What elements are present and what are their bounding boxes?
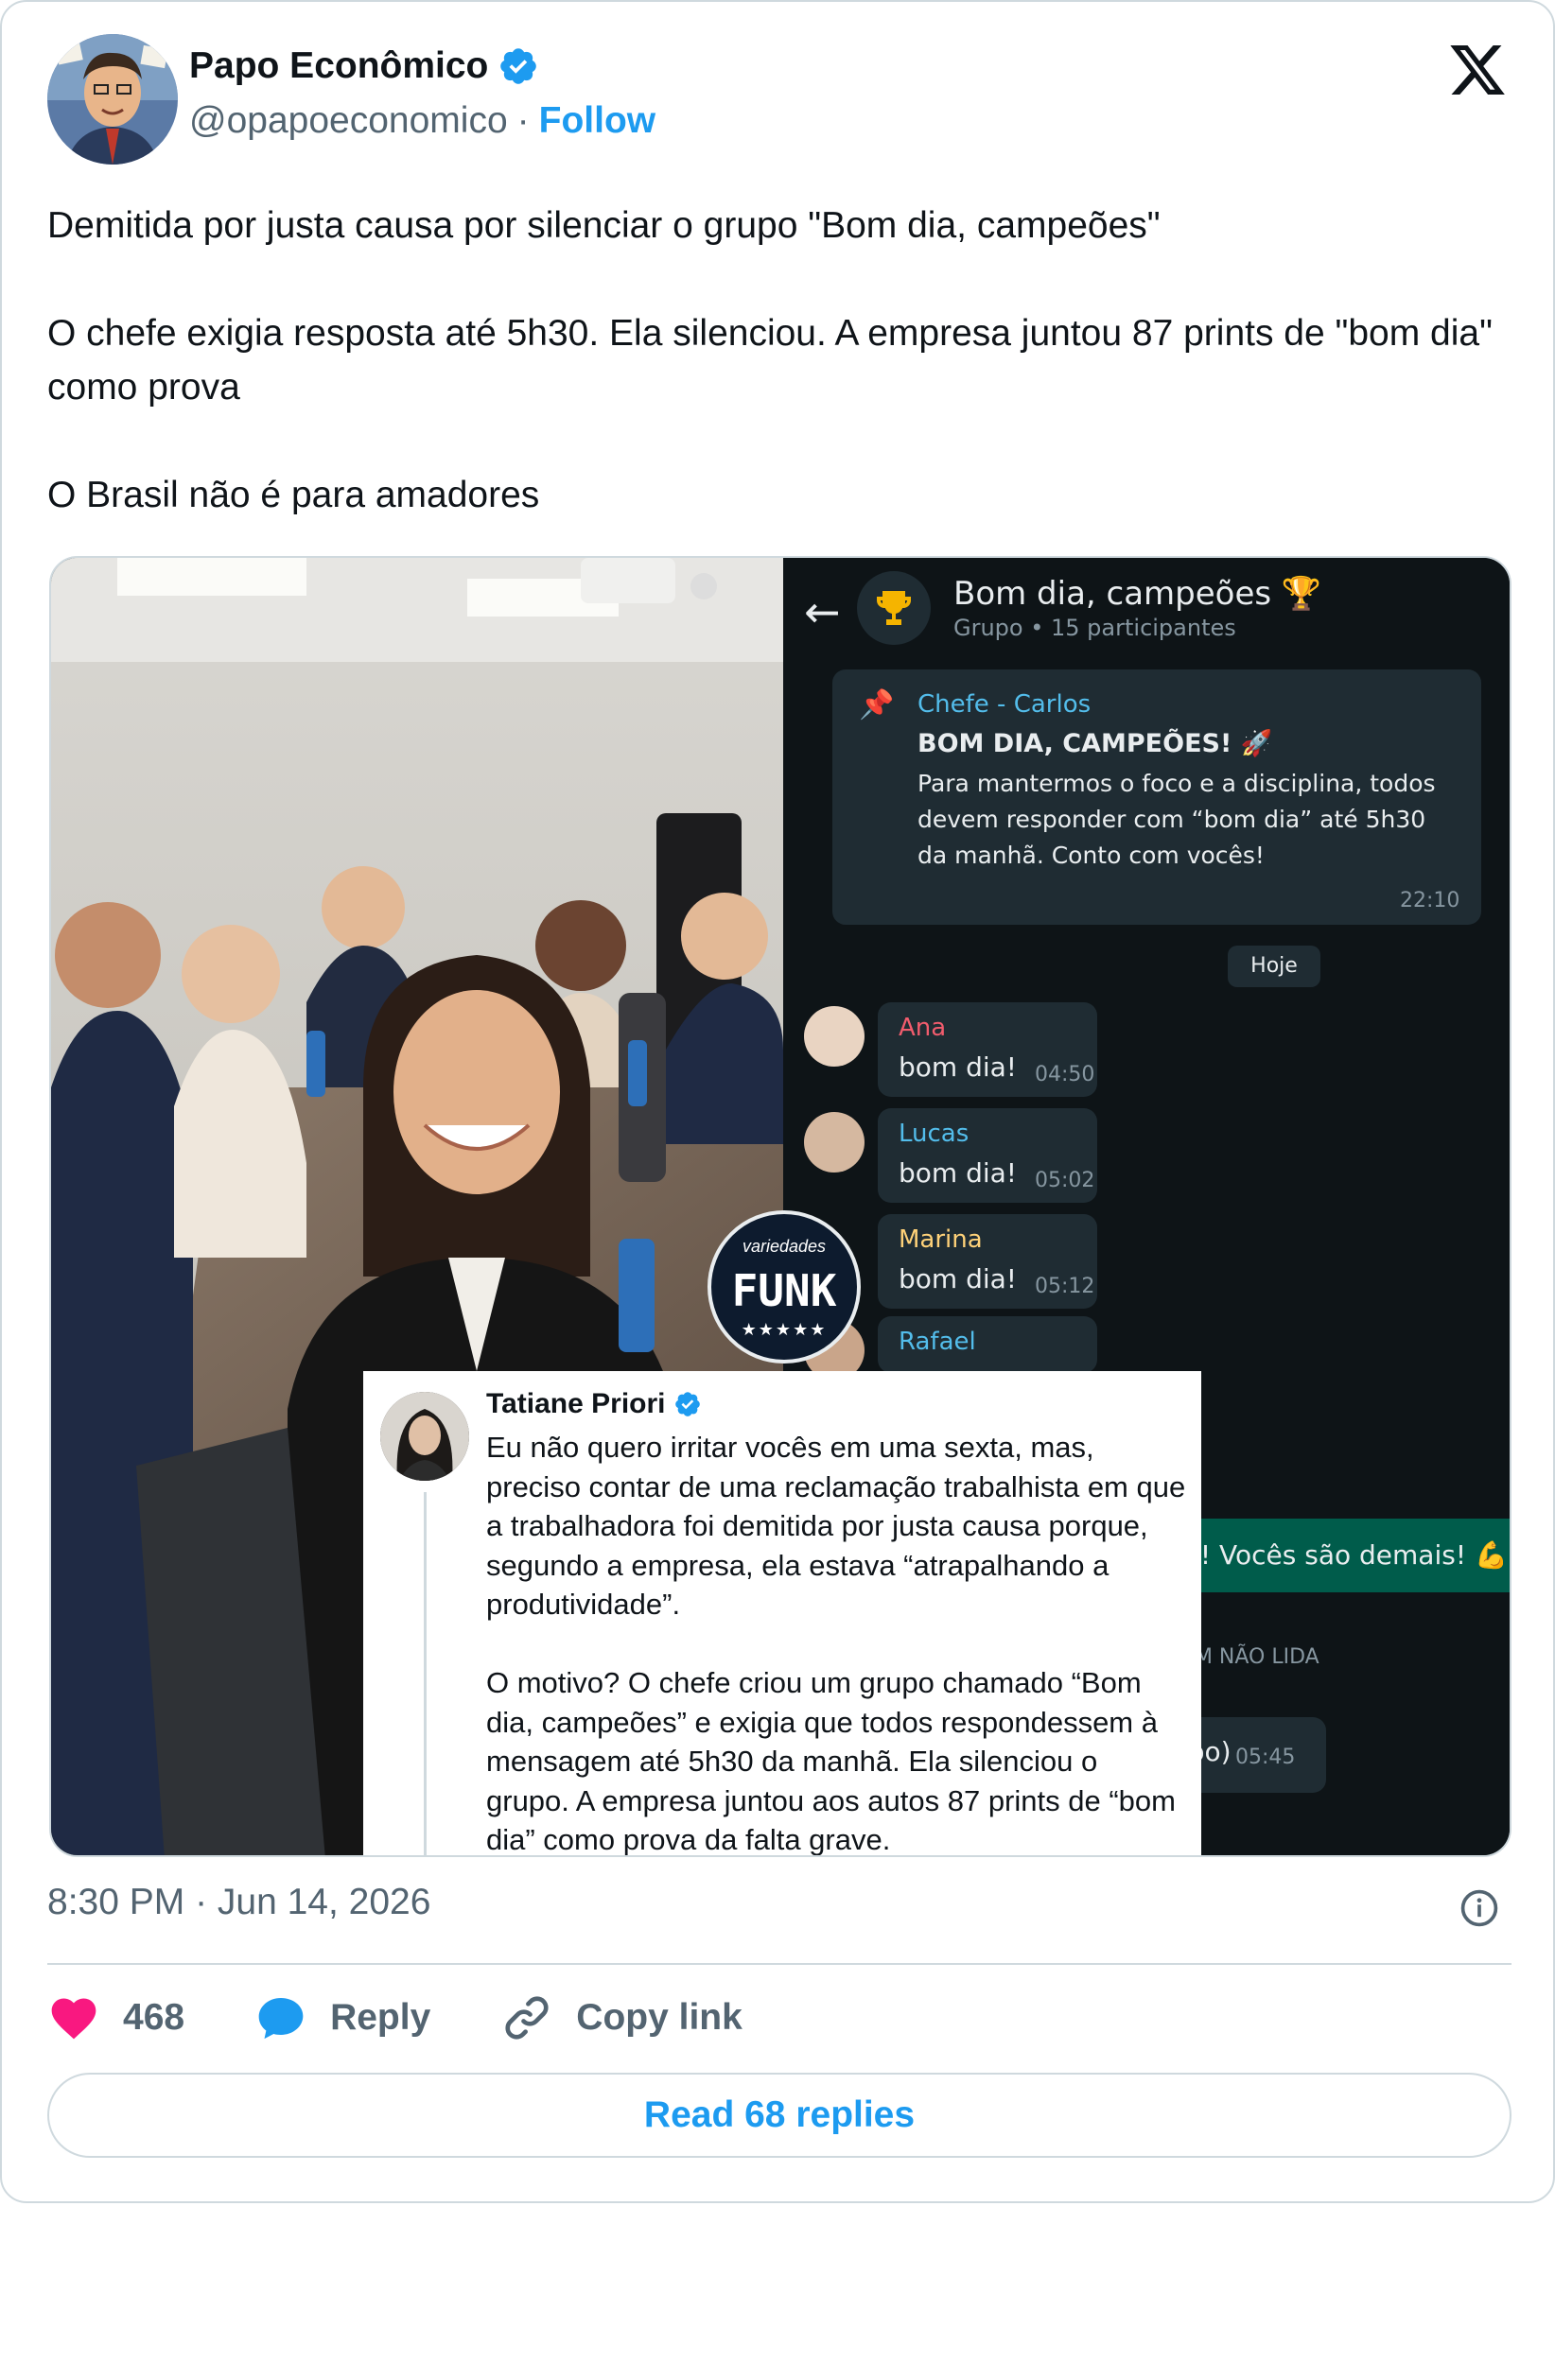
watermark-stars: ★★★★★ <box>741 1320 828 1339</box>
partial-reply-2-time: 05:45 <box>1235 1746 1296 1769</box>
message-sender: Ana <box>899 1014 947 1042</box>
message-text: bom dia! <box>899 1263 1018 1294</box>
tweet-card: Papo Econômico @opapoeconomico · Follow … <box>0 0 1555 2203</box>
post-paragraph: O chefe exigia resposta até 5h30. Ela si… <box>47 313 1493 408</box>
watermark-logo: variedades FUNK ★★★★★ <box>708 1210 861 1364</box>
post-paragraph: Demitida por justa causa por silenciar o… <box>47 205 1161 246</box>
pinned-message: 📌 Chefe - Carlos BOM DIA, CAMPEÕES! 🚀 Pa… <box>832 669 1481 925</box>
reply-bubble-icon <box>258 1998 304 2040</box>
copy-link-label: Copy link <box>576 1997 743 2038</box>
message-time: 04:50 <box>1035 1063 1095 1086</box>
list-item: Marina bom dia! 05:12 <box>878 1214 1097 1309</box>
reply-label: Reply <box>330 1997 431 2038</box>
embedded-author-name: Tatiane Priori <box>486 1388 666 1419</box>
like-count: 468 <box>123 1997 185 2038</box>
pinned-sender: Chefe - Carlos <box>917 690 1092 719</box>
verified-badge-icon <box>674 1392 700 1416</box>
post-paragraph: O Brasil não é para amadores <box>47 475 540 515</box>
divider <box>47 1963 1511 1965</box>
x-logo-icon[interactable] <box>1447 40 1508 100</box>
pinned-headline: BOM DIA, CAMPEÕES! 🚀 <box>917 729 1273 758</box>
info-icon[interactable] <box>1459 1887 1500 1929</box>
watermark-main: FUNK <box>731 1265 837 1316</box>
back-arrow-icon: ← <box>804 586 841 637</box>
list-item: Rafael <box>878 1316 1097 1373</box>
message-sender: Marina <box>899 1225 983 1254</box>
like-button[interactable]: 468 <box>47 1991 184 2044</box>
author-avatar[interactable] <box>47 34 178 165</box>
follow-button[interactable]: Follow <box>539 100 655 142</box>
message-text: bom dia! <box>899 1157 1018 1189</box>
author-name[interactable]: Papo Econômico <box>189 45 488 87</box>
pinned-body: Para mantermos o foco e a disciplina, to… <box>917 770 1436 869</box>
heart-icon <box>51 1998 96 2040</box>
message-sender: Rafael <box>899 1328 976 1356</box>
day-label: Hoje <box>1228 946 1320 987</box>
avatar <box>804 1112 865 1173</box>
pin-icon: 📌 <box>859 688 895 721</box>
copy-link-button[interactable]: Copy link <box>500 1991 743 2044</box>
post-timestamp[interactable]: 8:30 PM · Jun 14, 2026 <box>47 1882 430 1923</box>
list-item: Lucas bom dia! 05:02 <box>878 1108 1097 1203</box>
avatar <box>804 1006 865 1067</box>
verified-badge-icon <box>500 48 537 84</box>
group-info: Grupo • 15 participantes <box>953 615 1236 641</box>
watermark-top: variedades <box>742 1237 827 1256</box>
group-name: Bom dia, campeões 🏆 <box>953 575 1322 613</box>
chat-header: ← Bom dia, campeões 🏆 Grupo • 15 partici… <box>783 558 1510 662</box>
post-text: Demitida por justa causa por silenciar o… <box>47 199 1523 522</box>
partial-reply: lo! Vocês são demais! 💪 <box>1165 1519 1510 1592</box>
reply-button[interactable]: Reply <box>254 1991 430 2044</box>
embedded-paragraph: Eu não quero irritar vocês em uma sexta,… <box>486 1431 1186 1621</box>
embedded-avatar <box>380 1392 469 1481</box>
author-handle[interactable]: @opapoeconomico <box>189 100 508 142</box>
thread-line <box>424 1492 427 1855</box>
post-media[interactable]: ← Bom dia, campeões 🏆 Grupo • 15 partici… <box>49 556 1511 1857</box>
message-time: 05:02 <box>1035 1169 1095 1192</box>
message-time: 05:12 <box>1035 1275 1095 1298</box>
separator-dot: · <box>516 100 530 141</box>
message-text: bom dia! <box>899 1051 1018 1083</box>
pinned-time: 22:10 <box>1400 889 1460 912</box>
message-sender: Lucas <box>899 1120 970 1148</box>
embedded-text: Eu não quero irritar vocês em uma sexta,… <box>486 1428 1186 1856</box>
link-icon <box>505 1996 549 2040</box>
list-item: Ana bom dia! 04:50 <box>878 1002 1097 1097</box>
embedded-post: Tatiane Priori Eu não quero irritar você… <box>363 1371 1201 1856</box>
trophy-icon <box>857 571 931 645</box>
embedded-paragraph: O motivo? O chefe criou um grupo chamado… <box>486 1666 1176 1856</box>
action-bar: 468 Reply Copy link <box>47 1991 812 2044</box>
read-replies-button[interactable]: Read 68 replies <box>47 2073 1511 2158</box>
